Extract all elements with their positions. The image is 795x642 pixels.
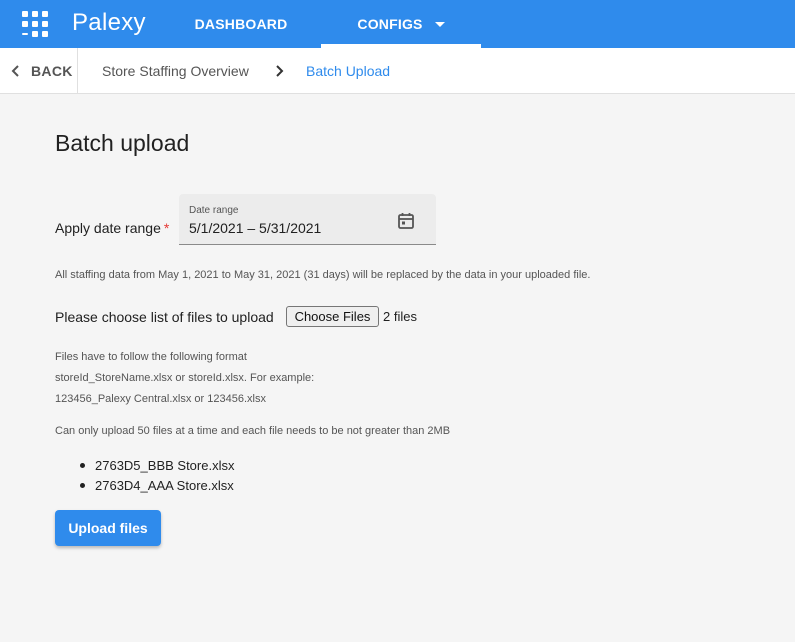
top-app-bar: Palexy DASHBOARD CONFIGS [0,0,795,48]
list-item: 2763D4_AAA Store.xlsx [80,478,234,498]
back-button[interactable]: BACK [0,48,78,94]
date-range-label: Apply date range * [55,220,169,236]
file-count: 2 files [383,309,417,324]
format-info-line: 123456_Palexy Central.xlsx or 123456.xls… [55,393,266,405]
tab-configs-label: CONFIGS [357,16,423,32]
bullet-icon [80,483,85,488]
upload-limit-info: Can only upload 50 files at a time and e… [55,425,451,437]
replacement-info: All staffing data from May 1, 2021 to Ma… [55,269,591,281]
date-range-field-label: Date range [189,205,239,216]
tab-configs[interactable]: CONFIGS [321,0,481,48]
format-info-line: Files have to follow the following forma… [55,351,247,363]
file-name: 2763D5_BBB Store.xlsx [95,458,235,473]
apps-grid-icon[interactable] [22,11,50,37]
breadcrumb-store-staffing-overview[interactable]: Store Staffing Overview [102,48,249,94]
tab-dashboard[interactable]: DASHBOARD [182,0,300,48]
date-range-field[interactable]: Date range 5/1/2021 – 5/31/2021 [179,194,436,245]
format-info-line: storeId_StoreName.xlsx or storeId.xlsx. … [55,372,315,384]
choose-files-button[interactable]: Choose Files [286,306,379,327]
file-name: 2763D4_AAA Store.xlsx [95,478,234,493]
upload-files-button[interactable]: Upload files [55,510,161,546]
date-range-label-text: Apply date range [55,220,161,236]
back-label: BACK [31,63,73,79]
required-mark: * [163,220,170,236]
choose-files-label: Please choose list of files to upload [55,309,274,325]
page-title: Batch upload [55,130,190,156]
chevron-right-icon [276,65,284,77]
tab-dashboard-label: DASHBOARD [194,16,288,32]
selected-files-list: 2763D5_BBB Store.xlsx 2763D4_AAA Store.x… [80,458,234,498]
date-range-value: 5/1/2021 – 5/31/2021 [189,220,322,236]
caret-down-icon [434,21,445,27]
chevron-left-icon [11,65,19,77]
breadcrumb-bar: BACK Store Staffing Overview Batch Uploa… [0,48,795,94]
calendar-icon[interactable] [397,212,415,230]
list-item: 2763D5_BBB Store.xlsx [80,458,234,478]
bullet-icon [80,463,85,468]
brand-logo[interactable]: Palexy [72,9,146,37]
breadcrumb-batch-upload: Batch Upload [306,63,391,79]
